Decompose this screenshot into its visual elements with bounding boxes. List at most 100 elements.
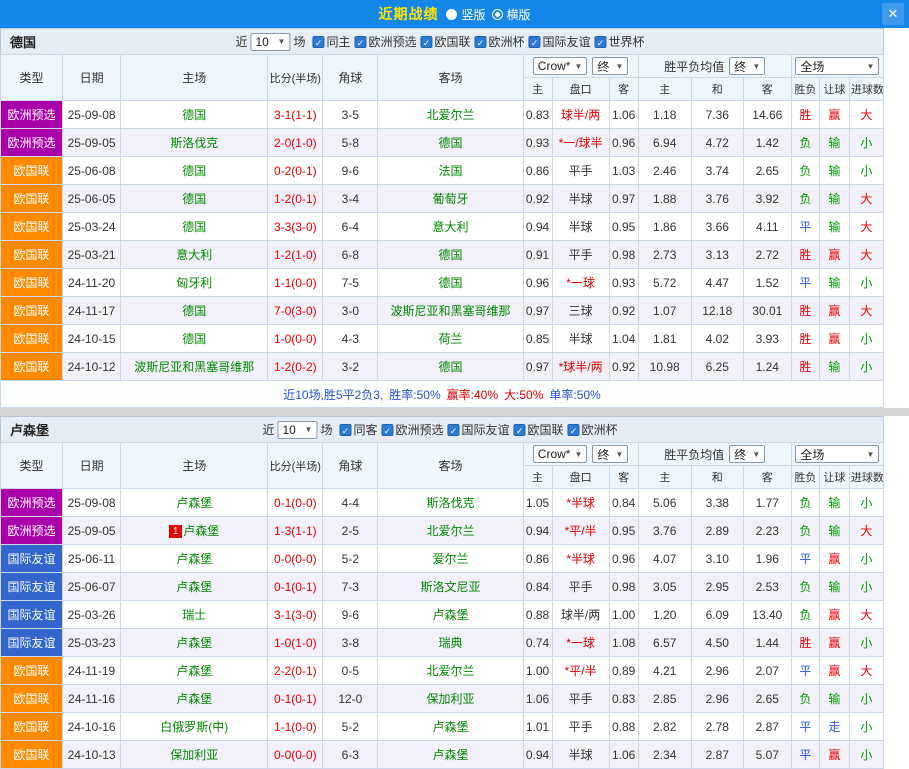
scope-select[interactable]: 全场 ▼	[795, 445, 879, 463]
wdl-time-select[interactable]: 终 ▼	[729, 57, 765, 75]
checkbox-checked-icon[interactable]: ✓	[312, 36, 324, 48]
table-header-row: 类型 日期 主场 比分(半场) 角球 客场 Crow* ▼ 终	[1, 55, 884, 78]
checkbox-checked-icon[interactable]: ✓	[448, 424, 460, 436]
match-date: 24-11-20	[63, 269, 121, 297]
match-row: 欧国联25-06-08德国0-2(0-1)9-6法国0.86平手1.032.46…	[1, 157, 884, 185]
handicap-time-select[interactable]: 终 ▼	[592, 445, 628, 463]
match-row: 欧国联25-06-05德国1-2(0-1)3-4葡萄牙0.92半球0.971.8…	[1, 185, 884, 213]
match-row: 欧国联24-11-17德国7-0(3-0)3-0波斯尼亚和黑塞哥维那0.97三球…	[1, 297, 884, 325]
filter-checkbox[interactable]: ✓国际友谊	[529, 33, 591, 50]
checkbox-checked-icon[interactable]: ✓	[568, 424, 580, 436]
wdl-time-select[interactable]: 终 ▼	[729, 445, 765, 463]
home-team-name: 德国	[182, 304, 206, 318]
match-row: 欧洲预选25-09-08德国3-1(1-1)3-5北爱尔兰0.83球半/两1.0…	[1, 101, 884, 129]
euro-draw-odds: 7.36	[691, 101, 743, 129]
handicap-line: 半球	[552, 185, 609, 213]
handicap-home-odds: 0.74	[523, 629, 552, 657]
layout-radio-label[interactable]: 竖版	[461, 6, 485, 23]
checkbox-checked-icon[interactable]: ✓	[529, 36, 541, 48]
corner-score: 3-2	[323, 353, 378, 381]
away-team: 卢森堡	[378, 601, 523, 629]
match-row: 欧洲预选25-09-08卢森堡0-1(0-0)4-4斯洛伐克1.05*半球0.8…	[1, 489, 884, 517]
home-team: 德国	[121, 101, 268, 129]
euro-home-odds: 1.18	[638, 101, 691, 129]
match-row: 欧国联24-10-15德国1-0(0-0)4-3荷兰0.85半球1.041.81…	[1, 325, 884, 353]
home-team-name: 卢森堡	[183, 524, 219, 538]
competition-type: 欧国联	[1, 741, 63, 769]
odds-company-select[interactable]: Crow* ▼	[533, 445, 588, 463]
checkbox-checked-icon[interactable]: ✓	[514, 424, 526, 436]
result-handicap: 赢	[819, 101, 849, 129]
match-row: 欧国联24-11-20匈牙利1-1(0-0)7-5德国0.96*一球0.935.…	[1, 269, 884, 297]
handicap-away-odds: 0.95	[609, 517, 638, 545]
col-header-date: 日期	[63, 443, 121, 489]
result-win-draw-loss: 平	[791, 545, 819, 573]
filter-checkbox[interactable]: ✓同客	[339, 421, 377, 438]
filter-checkbox[interactable]: ✓国际友谊	[448, 421, 510, 438]
scope-select[interactable]: 全场 ▼	[795, 57, 879, 75]
home-team-name: 卢森堡	[176, 692, 212, 706]
result-handicap: 赢	[819, 241, 849, 269]
match-date: 24-10-16	[63, 713, 121, 741]
home-team-name: 德国	[182, 220, 206, 234]
result-win-draw-loss: 平	[791, 741, 819, 769]
corner-score: 3-4	[323, 185, 378, 213]
away-team: 瑞典	[378, 629, 523, 657]
layout-radio-icon[interactable]	[492, 9, 503, 20]
euro-draw-odds: 2.78	[691, 713, 743, 741]
competition-type: 欧国联	[1, 325, 63, 353]
filter-checkbox[interactable]: ✓欧洲预选	[381, 421, 443, 438]
sub-column-header: 进球数	[849, 466, 883, 489]
handicap-line: *平/半	[552, 657, 609, 685]
filter-checkbox[interactable]: ✓世界杯	[595, 33, 645, 50]
checkbox-checked-icon[interactable]: ✓	[354, 36, 366, 48]
corner-score: 6-3	[323, 741, 378, 769]
col-header-away: 客场	[378, 55, 523, 101]
filter-checkbox[interactable]: ✓欧国联	[514, 421, 564, 438]
match-count-select[interactable]: 10 ▼	[277, 421, 317, 439]
euro-away-odds: 4.11	[743, 213, 791, 241]
home-team-name: 瑞士	[182, 608, 206, 622]
competition-type: 欧国联	[1, 685, 63, 713]
odds-company-select[interactable]: Crow* ▼	[533, 57, 588, 75]
checkbox-checked-icon[interactable]: ✓	[595, 36, 607, 48]
close-button[interactable]: ✕	[882, 3, 904, 25]
euro-home-odds: 5.72	[638, 269, 691, 297]
col-header-score: 比分(半场)	[268, 443, 323, 489]
handicap-home-odds: 0.97	[523, 353, 552, 381]
handicap-home-odds: 0.86	[523, 545, 552, 573]
euro-away-odds: 2.65	[743, 157, 791, 185]
competition-type: 欧洲预选	[1, 489, 63, 517]
checkbox-checked-icon[interactable]: ✓	[421, 36, 433, 48]
result-handicap: 走	[819, 713, 849, 741]
home-team: 德国	[121, 157, 268, 185]
content: 德国 近 10 ▼ 场 ✓同主✓欧洲预选✓欧国联✓欧洲杯✓国际友谊✓世界杯	[0, 28, 884, 769]
handicap-time-select[interactable]: 终 ▼	[592, 57, 628, 75]
home-team: 卢森堡	[121, 629, 268, 657]
match-date: 24-10-15	[63, 325, 121, 353]
corner-score: 12-0	[323, 685, 378, 713]
chevron-down-icon: ▼	[752, 62, 760, 71]
match-row: 欧国联24-11-19卢森堡2-2(0-1)0-5北爱尔兰1.00*平/半0.8…	[1, 657, 884, 685]
checkbox-checked-icon[interactable]: ✓	[339, 424, 351, 436]
handicap-line: 平手	[552, 685, 609, 713]
filter-checkbox[interactable]: ✓欧洲预选	[354, 33, 416, 50]
euro-home-odds: 3.05	[638, 573, 691, 601]
section-luxembourg: 卢森堡 近 10 ▼ 场 ✓同客✓欧洲预选✓国际友谊✓欧国联✓欧洲杯	[0, 416, 884, 769]
checkbox-checked-icon[interactable]: ✓	[475, 36, 487, 48]
layout-radio-icon[interactable]	[446, 9, 457, 20]
handicap-home-odds: 0.96	[523, 269, 552, 297]
filter-checkbox[interactable]: ✓同主	[312, 33, 350, 50]
layout-radio-label[interactable]: 横版	[507, 6, 531, 23]
euro-home-odds: 2.85	[638, 685, 691, 713]
filter-checkbox[interactable]: ✓欧洲杯	[475, 33, 525, 50]
checkbox-checked-icon[interactable]: ✓	[381, 424, 393, 436]
euro-away-odds: 3.93	[743, 325, 791, 353]
germany-results-table: 类型 日期 主场 比分(半场) 角球 客场 Crow* ▼ 终	[0, 54, 884, 381]
filter-checkbox[interactable]: ✓欧洲杯	[568, 421, 618, 438]
filter-checkbox[interactable]: ✓欧国联	[421, 33, 471, 50]
match-count-select[interactable]: 10 ▼	[250, 33, 290, 51]
away-team: 波斯尼亚和黑塞哥维那	[378, 297, 523, 325]
euro-home-odds: 1.20	[638, 601, 691, 629]
handicap-line: 半球	[552, 213, 609, 241]
